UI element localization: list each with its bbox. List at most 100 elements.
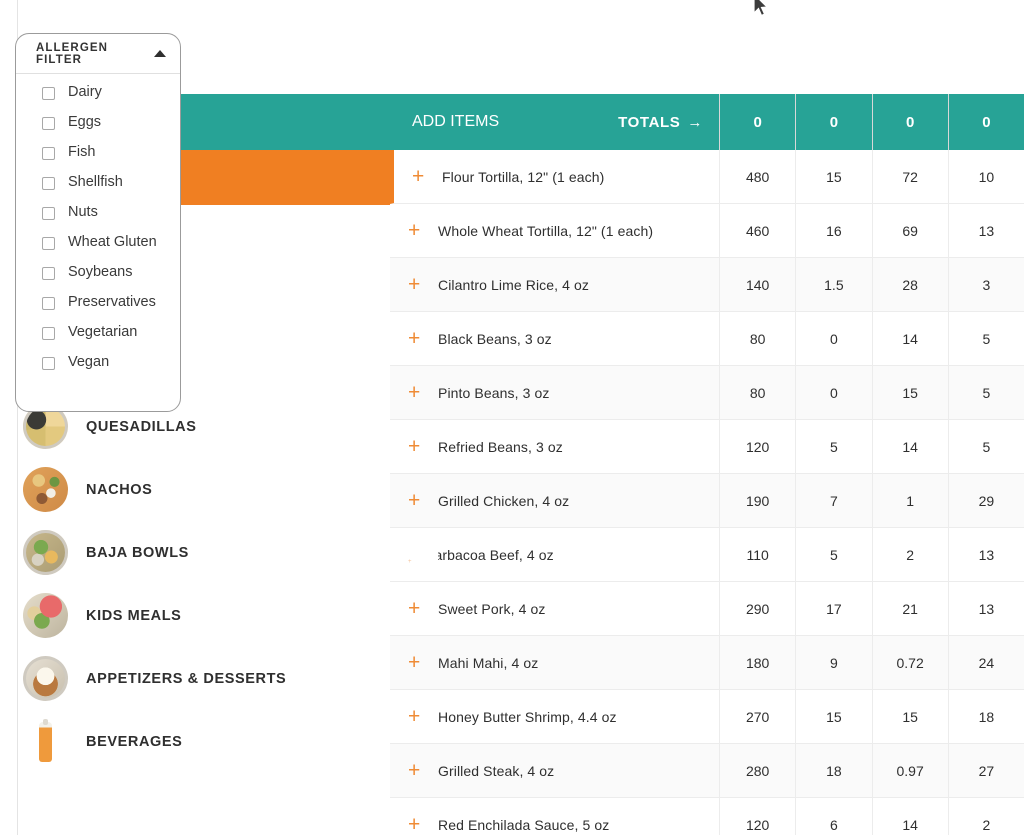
item-name: Pinto Beans, 3 oz [438, 384, 550, 401]
allergen-option-soybeans[interactable]: Soybeans [16, 262, 180, 292]
allergen-option-label: Vegetarian [68, 324, 138, 340]
mouse-pointer-icon [752, 0, 770, 24]
arrow-right-icon: → [687, 113, 703, 131]
table-row[interactable]: + Pinto Beans, 3 oz 80 0 15 5 [390, 366, 1024, 420]
cell-fat: 0 [796, 312, 873, 365]
allergen-option-shellfish[interactable]: Shellfish [16, 172, 180, 202]
allergen-option-label: Wheat Gluten [68, 234, 157, 250]
cell-protein: 13 [978, 222, 995, 239]
plus-icon[interactable]: + [408, 328, 438, 349]
sidebar-item-label: BEVERAGES [86, 733, 183, 750]
allergen-option-vegan[interactable]: Vegan [16, 352, 180, 382]
allergen-option-label: Shellfish [68, 174, 123, 190]
allergen-option-preservatives[interactable]: Preservatives [16, 292, 180, 322]
sidebar-item-label: BAJA BOWLS [86, 544, 189, 561]
row-name-cell: + Whole Wheat Tortilla, 12" (1 each) [390, 204, 720, 257]
table-row[interactable]: + Barbacoa Beef, 4 oz 110 5 2 13 [390, 528, 1024, 582]
checkbox[interactable] [42, 327, 55, 340]
cell-calories: 80 [720, 312, 797, 365]
allergen-option-dairy[interactable]: Dairy [16, 82, 180, 112]
row-name-cell: + Refried Beans, 3 oz [390, 420, 720, 473]
cell-protein: 3 [982, 276, 991, 293]
checkbox[interactable] [42, 357, 55, 370]
plus-icon[interactable]: + [408, 274, 438, 295]
table-row[interactable]: + Sweet Pork, 4 oz 290 17 21 13 [390, 582, 1024, 636]
cell-carbs: 72 [873, 150, 949, 203]
item-name: Black Beans, 3 oz [438, 330, 552, 347]
plus-icon[interactable]: + [408, 490, 438, 511]
table-row[interactable]: + Cilantro Lime Rice, 4 oz 140 1.5 28 3 [390, 258, 1024, 312]
checkbox[interactable] [42, 117, 55, 130]
table-row[interactable]: + Red Enchilada Sauce, 5 oz 120 6 14 2 [390, 798, 1024, 835]
table-row[interactable]: + Grilled Chicken, 4 oz 190 7 1 29 [390, 474, 1024, 528]
checkbox[interactable] [42, 207, 55, 220]
cell-fat: 9 [796, 636, 873, 689]
item-name: Red Enchilada Sauce, 5 oz [438, 816, 610, 833]
allergen-option-eggs[interactable]: Eggs [16, 112, 180, 142]
sidebar-item-baja-bowls[interactable]: BAJA BOWLS [18, 521, 390, 584]
allergen-option-label: Preservatives [68, 294, 156, 310]
table-row[interactable]: + Refried Beans, 3 oz 120 5 14 5 [390, 420, 1024, 474]
cell-protein: 13 [978, 600, 995, 617]
sidebar-item-beverages[interactable]: BEVERAGES [18, 710, 390, 773]
cell-fat: 6 [796, 798, 873, 835]
plus-icon[interactable]: + [408, 559, 438, 565]
plus-icon[interactable]: + [408, 220, 438, 241]
cell-carbs: 2 [873, 528, 949, 581]
allergen-filter-toggle[interactable]: ALLERGEN FILTER [16, 34, 180, 74]
appetizer-thumb-icon [23, 656, 68, 701]
checkbox[interactable] [42, 297, 55, 310]
sidebar-item-label: KIDS MEALS [86, 607, 182, 624]
plus-icon[interactable]: + [408, 598, 438, 619]
checkbox[interactable] [42, 147, 55, 160]
row-name-cell: + Sweet Pork, 4 oz [390, 582, 720, 635]
checkbox[interactable] [42, 87, 55, 100]
cell-protein: 27 [978, 762, 995, 779]
allergen-option-wheat-gluten[interactable]: Wheat Gluten [16, 232, 180, 262]
table-row[interactable]: + Mahi Mahi, 4 oz 180 9 0.72 24 [390, 636, 1024, 690]
totals-value-fat: 0 [796, 94, 873, 150]
table-row[interactable]: + Black Beans, 3 oz 80 0 14 5 [390, 312, 1024, 366]
allergen-option-label: Soybeans [68, 264, 133, 280]
plus-icon[interactable]: + [408, 652, 438, 673]
table-row[interactable]: + Grilled Steak, 4 oz 280 18 0.97 27 [390, 744, 1024, 798]
cell-calories: 290 [720, 582, 797, 635]
allergen-filter-panel: ALLERGEN FILTER Dairy Eggs Fish Shellfis… [15, 33, 181, 412]
cell-fat: 15 [796, 690, 873, 743]
allergen-option-fish[interactable]: Fish [16, 142, 180, 172]
baja-bowl-thumb-icon [23, 530, 68, 575]
plus-icon[interactable]: + [408, 760, 438, 781]
plus-icon[interactable]: + [408, 436, 438, 457]
allergen-option-vegetarian[interactable]: Vegetarian [16, 322, 180, 352]
cell-protein: 18 [978, 708, 995, 725]
item-name: Cilantro Lime Rice, 4 oz [438, 276, 590, 293]
plus-icon[interactable]: + [412, 166, 442, 187]
sidebar-item-label: APPETIZERS & DESSERTS [86, 670, 287, 687]
allergen-option-nuts[interactable]: Nuts [16, 202, 180, 232]
totals-value-carbs: 0 [873, 94, 949, 150]
checkbox[interactable] [42, 237, 55, 250]
row-name-cell: + Grilled Steak, 4 oz [390, 744, 720, 797]
checkbox[interactable] [42, 267, 55, 280]
totals-value-calories: 0 [720, 94, 797, 150]
plus-icon[interactable]: + [408, 706, 438, 727]
allergen-filter-title: ALLERGEN FILTER [36, 41, 109, 66]
nutrition-table: ADD ITEMS TOTALS → 0 0 0 0 + Flour Torti… [390, 94, 1024, 835]
cell-carbs: 69 [873, 204, 949, 257]
sidebar-item-appetizers-desserts[interactable]: APPETIZERS & DESSERTS [18, 647, 390, 710]
totals-value-protein: 0 [982, 113, 991, 131]
checkbox[interactable] [42, 177, 55, 190]
plus-icon[interactable]: + [408, 382, 438, 403]
cell-fat: 5 [796, 528, 873, 581]
cell-carbs: 14 [873, 312, 949, 365]
table-row[interactable]: + Flour Tortilla, 12" (1 each) 480 15 72… [390, 150, 1024, 204]
item-name: Mahi Mahi, 4 oz [438, 654, 539, 671]
sidebar-item-nachos[interactable]: NACHOS [18, 458, 390, 521]
table-row[interactable]: + Honey Butter Shrimp, 4.4 oz 270 15 15 … [390, 690, 1024, 744]
caret-up-icon[interactable] [154, 50, 166, 57]
allergen-option-label: Vegan [68, 354, 110, 370]
sidebar-item-kids-meals[interactable]: KIDS MEALS [18, 584, 390, 647]
table-row[interactable]: + Whole Wheat Tortilla, 12" (1 each) 460… [390, 204, 1024, 258]
plus-icon[interactable]: + [408, 814, 438, 835]
category-list: QUESADILLAS NACHOS BAJA BOWLS KIDS MEALS… [18, 395, 390, 773]
